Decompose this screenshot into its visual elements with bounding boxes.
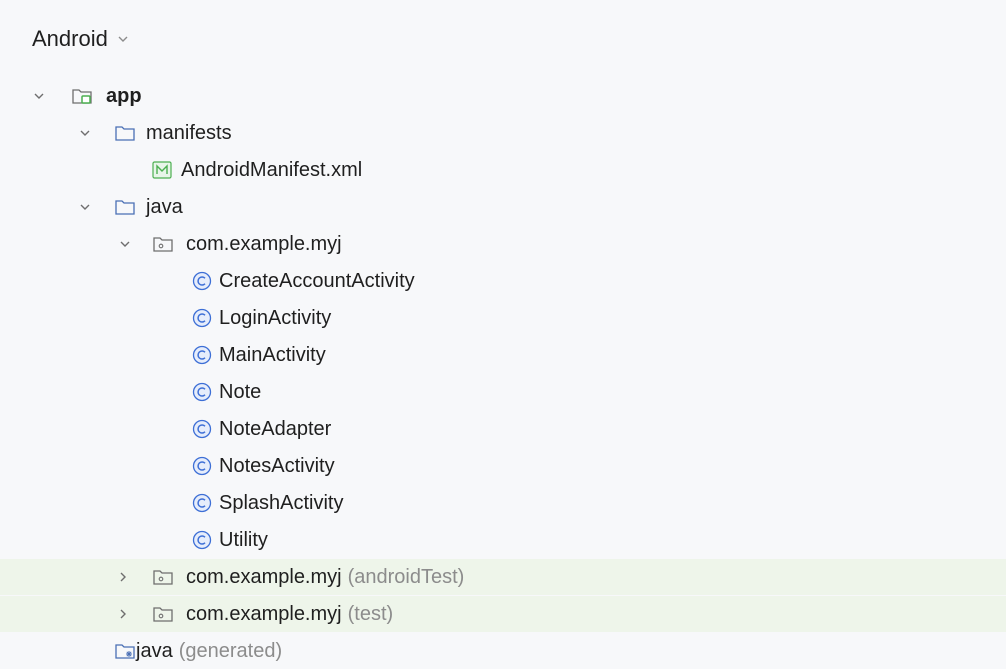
source-set-suffix: (androidTest) (347, 566, 465, 588)
tree-node-class[interactable]: NotesActivity (0, 448, 1006, 484)
tree-node-label: java (146, 196, 183, 218)
package-icon (153, 237, 173, 252)
class-icon (192, 308, 212, 328)
tree-node-class[interactable]: Utility (0, 522, 1006, 558)
tree-node-label: com.example.myj (186, 233, 342, 255)
chevron-down-icon[interactable] (32, 89, 46, 103)
tree-node-label: NotesActivity (219, 455, 335, 477)
folder-icon (115, 200, 135, 215)
tree-node-class[interactable]: NoteAdapter (0, 411, 1006, 447)
project-view-header: Android (0, 0, 1006, 78)
tree-node-test-package[interactable]: com.example.myj (test) (0, 596, 1006, 632)
tree-node-label: com.example.myj (test) (186, 603, 393, 625)
tree-node-android-test-package[interactable]: com.example.myj (androidTest) (0, 559, 1006, 595)
tree-node-label: LoginActivity (219, 307, 332, 329)
class-icon (192, 271, 212, 291)
chevron-right-icon[interactable] (116, 607, 130, 621)
chevron-down-icon[interactable] (118, 237, 132, 251)
tree-node-label: NoteAdapter (219, 418, 332, 440)
package-icon (153, 607, 173, 622)
tree-node-label: java (generated) (136, 640, 282, 662)
class-icon (192, 530, 212, 550)
view-mode-dropdown[interactable]: Android (32, 26, 130, 52)
tree-node-android-manifest[interactable]: AndroidManifest.xml (0, 152, 1006, 188)
package-name: com.example.myj (186, 566, 342, 588)
tree-node-label: Note (219, 381, 262, 403)
tree-node-label: com.example.myj (androidTest) (186, 566, 464, 588)
folder-name: java (136, 640, 173, 662)
tree-node-label: Utility (219, 529, 268, 551)
tree-node-label: manifests (146, 122, 232, 144)
chevron-right-icon[interactable] (116, 570, 130, 584)
tree-node-java-generated[interactable]: java (generated) (0, 633, 1006, 669)
generated-suffix: (generated) (178, 640, 283, 662)
tree-node-class[interactable]: LoginActivity (0, 300, 1006, 336)
view-mode-label: Android (32, 26, 108, 51)
tree-node-manifests[interactable]: manifests (0, 115, 1006, 151)
class-icon (192, 456, 212, 476)
tree-node-label: CreateAccountActivity (219, 270, 415, 292)
tree-node-class[interactable]: SplashActivity (0, 485, 1006, 521)
class-icon (192, 419, 212, 439)
tree-node-class[interactable]: MainActivity (0, 337, 1006, 373)
tree-node-label: AndroidManifest.xml (181, 159, 363, 181)
manifest-file-icon (152, 161, 172, 179)
tree-node-label: MainActivity (219, 344, 326, 366)
source-set-suffix: (test) (347, 603, 394, 625)
chevron-down-icon[interactable] (78, 200, 92, 214)
module-folder-icon (72, 89, 92, 104)
tree-node-java[interactable]: java (0, 189, 1006, 225)
class-icon (192, 382, 212, 402)
package-name: com.example.myj (186, 603, 342, 625)
folder-icon (115, 126, 135, 141)
tree-node-package[interactable]: com.example.myj (0, 226, 1006, 262)
tree-node-label: SplashActivity (219, 492, 344, 514)
class-icon (192, 493, 212, 513)
chevron-down-icon (118, 36, 128, 42)
tree-node-class[interactable]: CreateAccountActivity (0, 263, 1006, 299)
tree-node-label: app (106, 85, 142, 107)
tree-node-app[interactable]: app (0, 78, 1006, 114)
chevron-down-icon[interactable] (78, 126, 92, 140)
tree-node-class[interactable]: Note (0, 374, 1006, 410)
package-icon (153, 570, 173, 585)
class-icon (192, 345, 212, 365)
generated-folder-icon (115, 644, 135, 659)
